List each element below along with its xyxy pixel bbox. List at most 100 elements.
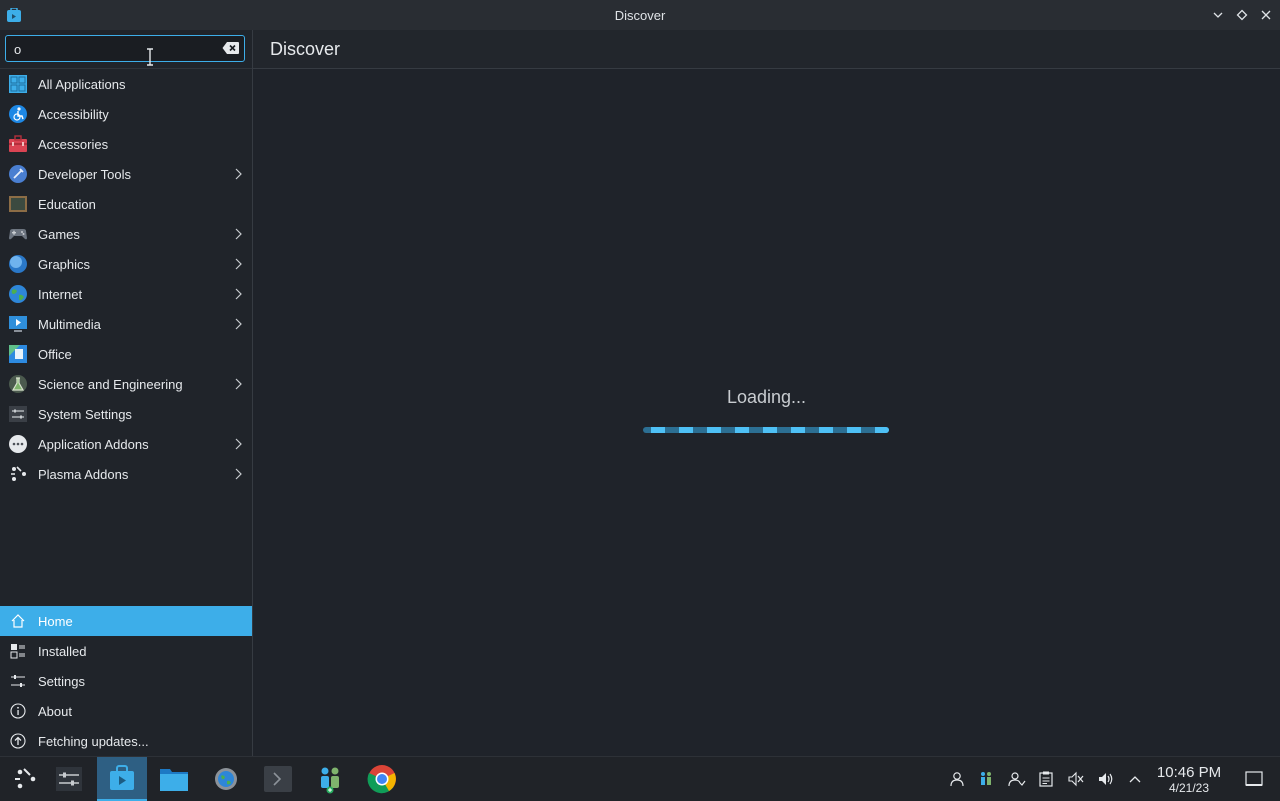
category-label: Office xyxy=(38,346,72,362)
maximize-button[interactable] xyxy=(1233,6,1251,24)
tray-volume[interactable] xyxy=(1097,770,1115,788)
chevron-down-icon xyxy=(1213,12,1223,18)
application-launcher-button[interactable] xyxy=(0,757,50,801)
category-developer-tools[interactable]: Developer Tools xyxy=(0,159,252,189)
user-icon xyxy=(950,772,964,787)
tray-microphone[interactable] xyxy=(1067,770,1085,788)
diamond-icon xyxy=(1236,9,1248,21)
microphone-muted-icon xyxy=(1068,771,1084,787)
category-label: Education xyxy=(38,196,96,212)
multimedia-icon xyxy=(9,316,27,332)
category-label: Science and Engineering xyxy=(38,376,183,392)
nav-about[interactable]: About xyxy=(0,696,252,726)
nav-updates[interactable]: Fetching updates... xyxy=(0,726,252,756)
clear-search-icon[interactable] xyxy=(222,41,240,55)
loading-text: Loading... xyxy=(253,387,1280,408)
accessibility-icon xyxy=(9,105,27,123)
category-label: Games xyxy=(38,226,80,242)
nav-settings[interactable]: Settings xyxy=(0,666,252,696)
chevron-right-icon xyxy=(235,288,242,300)
file-manager-icon xyxy=(160,769,188,791)
nav-label: Settings xyxy=(38,673,85,689)
taskbar-terminal[interactable] xyxy=(253,757,303,801)
taskbar-user-manager[interactable] xyxy=(305,757,355,801)
chevron-right-icon xyxy=(235,168,242,180)
title-bar: Discover xyxy=(0,0,1280,30)
internet-icon xyxy=(9,285,27,303)
clock[interactable]: 10:46 PM 4/21/23 xyxy=(1150,764,1228,796)
taskbar-system-settings[interactable] xyxy=(44,757,94,801)
category-label: Internet xyxy=(38,286,83,302)
nav-label: Installed xyxy=(38,643,87,659)
category-label: Accessibility xyxy=(38,106,109,122)
close-button[interactable] xyxy=(1257,6,1275,24)
clock-time: 10:46 PM xyxy=(1156,764,1222,781)
tray-clipboard[interactable] xyxy=(1037,770,1055,788)
tray-expand[interactable] xyxy=(1126,770,1144,788)
discover-app-icon[interactable] xyxy=(7,8,21,22)
system-settings-gear-icon xyxy=(215,768,237,790)
category-multimedia[interactable]: Multimedia xyxy=(0,309,252,339)
tray-user[interactable] xyxy=(948,770,966,788)
minimize-button[interactable] xyxy=(1209,6,1227,24)
application-launcher-icon xyxy=(15,768,36,789)
tray-network-users[interactable] xyxy=(1008,770,1026,788)
taskbar-discover[interactable] xyxy=(97,757,147,801)
category-internet[interactable]: Internet xyxy=(0,279,252,309)
all-applications-icon xyxy=(9,75,27,93)
clipboard-icon xyxy=(1039,771,1053,787)
network-users-icon xyxy=(1008,772,1026,787)
show-desktop-button[interactable] xyxy=(1245,770,1263,788)
discover-tray-icon xyxy=(981,772,991,785)
discover-app-icon xyxy=(110,765,134,790)
search-input[interactable] xyxy=(12,39,216,60)
category-accessibility[interactable]: Accessibility xyxy=(0,99,252,129)
terminal-icon xyxy=(264,766,292,792)
category-office[interactable]: Office xyxy=(0,339,252,369)
taskbar-file-manager[interactable] xyxy=(149,757,199,801)
installed-icon xyxy=(10,644,25,659)
category-accessories[interactable]: Accessories xyxy=(0,129,252,159)
category-application-addons[interactable]: Application Addons xyxy=(0,429,252,459)
page-title: Discover xyxy=(270,39,341,59)
category-label: Developer Tools xyxy=(38,166,131,182)
window-title: Discover xyxy=(614,7,666,23)
user-manager-icon xyxy=(321,767,339,794)
info-icon xyxy=(10,703,26,719)
office-icon xyxy=(9,345,27,363)
sidebar: All Applications Accessibility Accessori… xyxy=(0,30,253,756)
chevron-right-icon xyxy=(235,318,242,330)
taskbar-settings-gear[interactable] xyxy=(201,757,251,801)
category-label: Plasma Addons xyxy=(38,466,129,482)
graphics-icon xyxy=(9,255,27,273)
loading-label: Loading... xyxy=(726,387,807,407)
accessories-icon xyxy=(9,135,27,152)
games-icon xyxy=(9,229,27,240)
chevron-right-icon xyxy=(235,438,242,450)
category-games[interactable]: Games xyxy=(0,219,252,249)
taskbar-chrome[interactable] xyxy=(357,757,407,801)
developer-tools-icon xyxy=(9,165,27,183)
category-all-applications[interactable]: All Applications xyxy=(0,69,252,99)
category-label: Multimedia xyxy=(38,316,101,332)
system-settings-icon xyxy=(9,406,27,422)
category-graphics[interactable]: Graphics xyxy=(0,249,252,279)
home-icon xyxy=(11,614,25,628)
nav-installed[interactable]: Installed xyxy=(0,636,252,666)
volume-icon xyxy=(1099,773,1113,785)
plasma-addons-icon xyxy=(11,466,26,481)
category-education[interactable]: Education xyxy=(0,189,252,219)
search-box[interactable] xyxy=(5,35,245,62)
chevron-right-icon xyxy=(235,228,242,240)
taskbar: 10:46 PM 4/21/23 xyxy=(0,756,1280,801)
nav-home[interactable]: Home xyxy=(0,606,252,636)
tray-discover[interactable] xyxy=(977,770,995,788)
category-science-engineering[interactable]: Science and Engineering xyxy=(0,369,252,399)
clock-date: 4/21/23 xyxy=(1168,781,1210,795)
category-label: Application Addons xyxy=(38,436,149,452)
category-plasma-addons[interactable]: Plasma Addons xyxy=(0,459,252,489)
category-system-settings[interactable]: System Settings xyxy=(0,399,252,429)
category-label: All Applications xyxy=(38,76,126,92)
main-content: Loading... xyxy=(253,69,1280,756)
chevron-right-icon xyxy=(235,378,242,390)
